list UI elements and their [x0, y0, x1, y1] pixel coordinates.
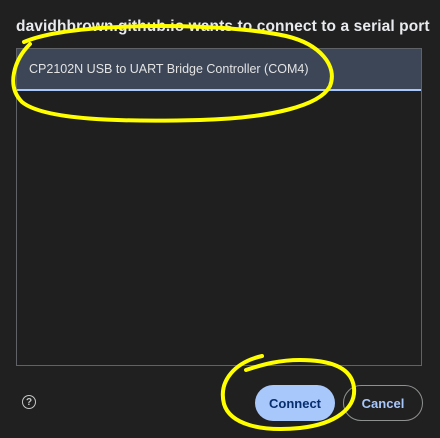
- port-list[interactable]: CP2102N USB to UART Bridge Controller (C…: [16, 48, 422, 366]
- port-label: CP2102N USB to UART Bridge Controller (C…: [29, 62, 309, 76]
- help-icon[interactable]: ?: [22, 395, 36, 409]
- dialog-title: davidhbrown.github.io wants to connect t…: [16, 18, 430, 35]
- port-list-item[interactable]: CP2102N USB to UART Bridge Controller (C…: [17, 49, 421, 91]
- serial-port-dialog: davidhbrown.github.io wants to connect t…: [0, 0, 440, 438]
- connect-button[interactable]: Connect: [255, 385, 335, 421]
- cancel-button[interactable]: Cancel: [343, 385, 423, 421]
- help-glyph: ?: [25, 396, 33, 408]
